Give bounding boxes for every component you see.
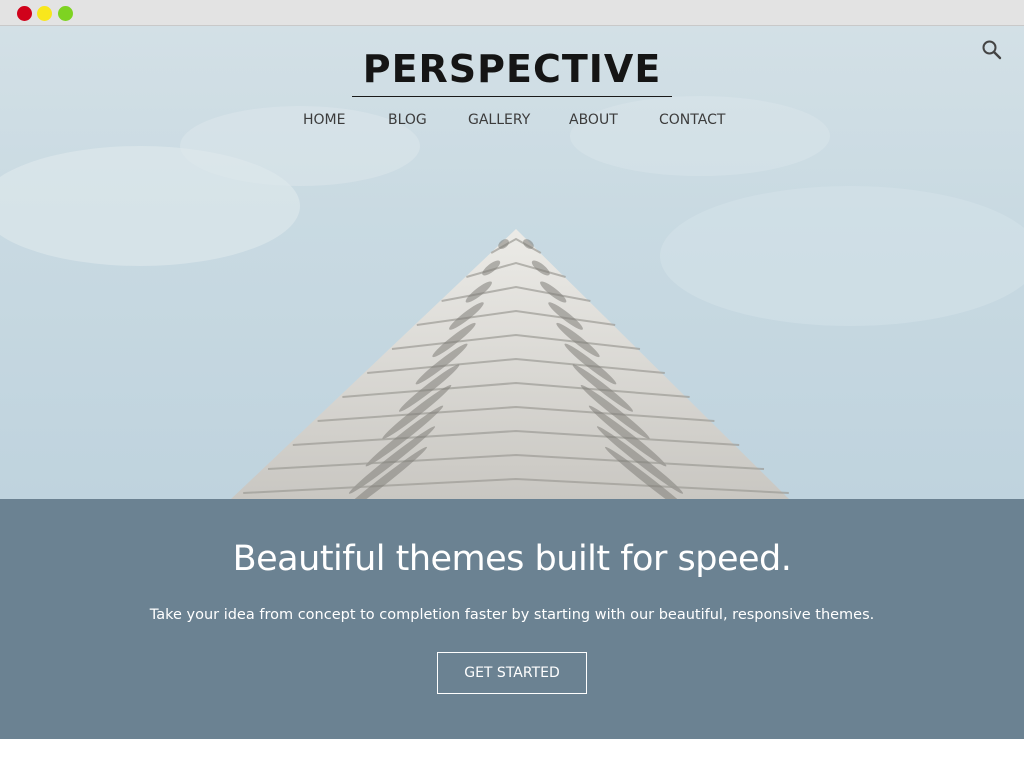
hero-banner: Beautiful themes built for speed. Take y… <box>0 499 1024 739</box>
site-logo[interactable]: PERSPECTIVE <box>352 46 672 97</box>
nav-link-blog[interactable]: BLOG <box>388 112 427 128</box>
nav-link-gallery[interactable]: GALLERY <box>468 112 530 128</box>
banner-headline: Beautiful themes built for speed. <box>232 539 792 579</box>
banner-subheadline: Take your idea from concept to completio… <box>149 607 875 623</box>
main-navigation: HOME BLOG GALLERY ABOUT CONTACT <box>0 112 1024 134</box>
nav-link-contact[interactable]: CONTACT <box>659 112 725 128</box>
search-icon <box>982 40 1002 60</box>
nav-link-about[interactable]: ABOUT <box>569 112 618 128</box>
get-started-button[interactable]: GET STARTED <box>437 652 587 694</box>
maximize-window-button[interactable] <box>58 6 73 21</box>
minimize-window-button[interactable] <box>37 6 52 21</box>
window-titlebar <box>0 0 1024 26</box>
search-button[interactable] <box>980 38 1004 62</box>
hero-section: PERSPECTIVE HOME BLOG GALLERY ABOUT CONT… <box>0 26 1024 499</box>
close-window-button[interactable] <box>17 6 32 21</box>
nav-link-home[interactable]: HOME <box>303 112 345 128</box>
